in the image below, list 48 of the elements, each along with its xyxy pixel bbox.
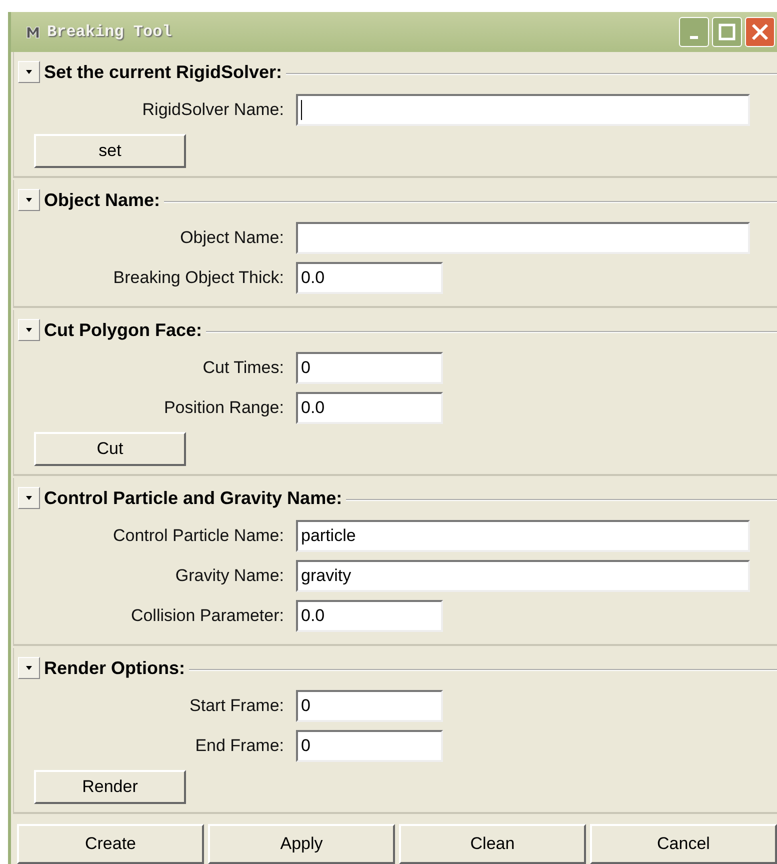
text-field[interactable]: 0 bbox=[296, 730, 443, 762]
field-label: Gravity Name: bbox=[174, 566, 285, 586]
collapse-toggle[interactable] bbox=[18, 189, 40, 211]
field-label: Collision Parameter: bbox=[130, 606, 285, 626]
text-field[interactable] bbox=[296, 94, 750, 126]
caret-icon bbox=[24, 68, 34, 76]
dialog-button[interactable]: Create bbox=[17, 824, 204, 864]
caret-icon bbox=[24, 494, 34, 502]
text-field[interactable]: 0.0 bbox=[296, 600, 443, 632]
dialog-button[interactable]: Clean bbox=[399, 824, 586, 864]
text-field[interactable]: 0 bbox=[296, 690, 443, 722]
text-field[interactable]: gravity bbox=[296, 560, 750, 592]
field-label: Breaking Object Thick: bbox=[112, 268, 285, 288]
dialog-button[interactable]: Apply bbox=[208, 824, 395, 864]
field-label: Position Range: bbox=[162, 398, 285, 418]
window-title: Breaking Tool bbox=[47, 23, 173, 41]
app-icon bbox=[25, 24, 41, 40]
dialog-button[interactable]: Cancel bbox=[590, 824, 777, 864]
collapse-toggle[interactable] bbox=[18, 487, 40, 509]
section-title: Cut Polygon Face: bbox=[44, 320, 202, 340]
text-field[interactable]: 0.0 bbox=[296, 392, 443, 424]
collapse-toggle[interactable] bbox=[18, 61, 40, 83]
caret-icon bbox=[24, 326, 34, 334]
field-label: Cut Times: bbox=[202, 358, 285, 378]
field-label: RigidSolver Name: bbox=[141, 100, 285, 120]
action-button[interactable]: Render bbox=[34, 770, 186, 804]
caret-icon bbox=[24, 664, 34, 672]
collapse-toggle[interactable] bbox=[18, 319, 40, 341]
text-field[interactable]: 0 bbox=[296, 352, 443, 384]
action-button[interactable]: set bbox=[34, 134, 186, 168]
text-field[interactable]: 0.0 bbox=[296, 262, 443, 294]
text-field[interactable]: particle bbox=[296, 520, 750, 552]
collapse-toggle[interactable] bbox=[18, 657, 40, 679]
field-label: Control Particle Name: bbox=[112, 526, 285, 546]
minimize-icon bbox=[690, 36, 698, 38]
caret-icon bbox=[24, 196, 34, 204]
field-label: Start Frame: bbox=[188, 696, 285, 716]
close-button[interactable] bbox=[745, 17, 775, 47]
action-button[interactable]: Cut bbox=[34, 432, 186, 466]
section-title: Set the current RigidSolver: bbox=[44, 62, 282, 82]
section-title: Render Options: bbox=[44, 658, 186, 678]
section-title: Control Particle and Gravity Name: bbox=[44, 488, 342, 508]
field-label: Object Name: bbox=[179, 228, 285, 248]
maximize-icon bbox=[718, 23, 736, 41]
close-icon bbox=[751, 23, 769, 41]
section-title: Object Name: bbox=[44, 190, 160, 210]
field-label: End Frame: bbox=[194, 736, 285, 756]
text-field[interactable] bbox=[296, 222, 750, 254]
